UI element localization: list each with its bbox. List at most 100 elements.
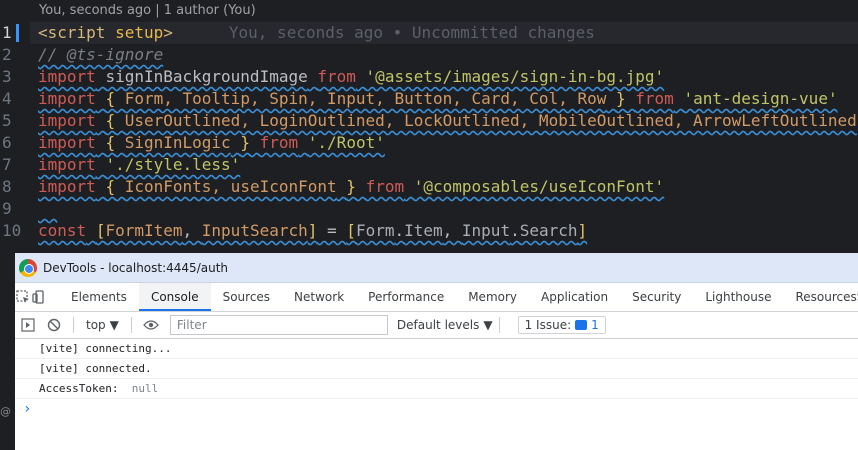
line-number: 1 [2,23,12,42]
identifier: signInBackgroundImage [105,67,308,86]
identifier: Input [461,221,511,240]
string: './Root' [307,133,385,152]
window-title: DevTools - localhost:4445/auth [43,260,229,275]
code-line-6[interactable]: import { SignInLogic } from './Root' [38,132,858,154]
line-number: 4 [2,89,12,108]
filter-input[interactable]: Filter [169,315,388,335]
inspect-element-icon[interactable] [15,283,31,311]
console-toolbar: top ▼ Filter Default levels ▼ 1 Issue: 1 [15,312,858,339]
tab-lighthouse[interactable]: Lighthouse [693,283,783,311]
tab-security[interactable]: Security [620,283,693,311]
keyword: import [38,89,96,108]
keyword: from [317,67,356,86]
issues-button[interactable]: 1 Issue: 1 [517,316,606,334]
code-line-3[interactable]: import signInBackgroundImage from '@asse… [38,66,858,88]
tab-console[interactable]: Console [138,283,211,311]
issues-label: 1 Issue: [524,318,572,332]
identifier: IconFonts, useIconFont [124,177,337,196]
identifier: FormItem [105,221,183,240]
line-number: 2 [2,45,12,64]
editor-gutter-strip [0,253,15,450]
code-line-9[interactable] [38,198,858,220]
tab-resourcessaver[interactable]: ResourcesSaver [784,283,858,311]
chrome-icon [19,258,37,277]
log-levels-dropdown[interactable]: Default levels ▼ [397,318,493,332]
devtools-tabs: Elements Console Sources Network Perform… [15,283,858,312]
tag-close: > [163,23,173,42]
keyword: const [38,221,87,240]
identifier: Form, Tooltip, Spin, Input, Button, Card… [124,89,607,108]
code-line-5[interactable]: import { UserOutlined, LoginOutlined, Lo… [38,110,858,132]
string: 'ant-design-vue' [683,89,838,108]
device-toolbar-icon[interactable] [31,283,47,311]
code-lines[interactable]: <script setup> You, seconds ago • Uncommi… [30,22,858,242]
separator [73,317,74,333]
tab-memory[interactable]: Memory [456,283,529,311]
code-editor[interactable]: You, seconds ago | 1 author (You) 1 2 3 … [0,0,858,253]
live-expression-eye-icon[interactable] [138,311,164,339]
identifier: Search [519,221,578,240]
token-value[interactable]: null [132,382,159,395]
identifier: UserOutlined, LoginOutlined, LockOutline… [124,111,857,130]
attr-setup: setup [115,23,164,42]
code-line-2[interactable]: // @ts-ignore [38,44,858,66]
line-number-gutter: 1 2 3 4 5 6 7 8 9 10 [0,22,30,242]
console-message: [vite] connected. [15,359,858,379]
keyword: from [635,89,674,108]
sidebar-toggle-icon[interactable] [15,311,41,339]
keyword: import [38,111,96,130]
devtools-window[interactable]: DevTools - localhost:4445/auth Elements … [15,253,858,450]
comment: // @ts-ignore [38,45,164,64]
code-line-7[interactable]: import './style.less' [38,154,858,176]
tab-elements[interactable]: Elements [59,283,139,311]
line-number: 3 [2,67,12,86]
keyword: from [259,133,299,152]
keyword: import [38,177,96,196]
line-number: 5 [2,111,12,130]
tag-open: <script [38,23,106,42]
line-number: 7 [2,155,12,174]
token-label: AccessToken: [39,382,119,395]
code-line-8[interactable]: import { IconFonts, useIconFont } from '… [38,176,858,198]
clear-console-icon[interactable] [41,311,67,339]
string: './style.less' [105,155,241,174]
identifier: InputSearch [201,221,308,240]
keyword: from [365,177,405,196]
log-levels-label: Default levels [396,318,480,332]
console-message: [vite] connecting... [15,339,858,359]
tab-sources[interactable]: Sources [211,283,282,311]
devtools-titlebar[interactable]: DevTools - localhost:4445/auth [15,253,858,283]
keyword: import [38,133,96,152]
separator [130,317,132,333]
code-line-4[interactable]: import { Form, Tooltip, Spin, Input, But… [38,88,858,110]
keyword: import [38,67,96,86]
inline-blame: You, seconds ago • Uncommitted changes [228,23,595,42]
codelens-blame[interactable]: You, seconds ago | 1 author (You) [39,3,256,18]
issue-message-icon [575,320,588,330]
line-number: 10 [2,221,22,240]
line-number: 8 [2,177,12,196]
code-line-1[interactable]: <script setup> You, seconds ago • Uncommi… [30,22,858,44]
tab-network[interactable]: Network [282,283,356,311]
string: '@assets/images/sign-in-bg.jpg' [365,67,665,86]
line-number: 9 [2,199,12,218]
context-value: top [86,318,106,332]
console-messages: [vite] connecting... [vite] connected. A… [15,339,858,419]
tab-performance[interactable]: Performance [356,283,456,311]
console-message: AccessToken: null [15,379,858,399]
string: '@composables/useIconFont' [413,177,665,196]
issues-count: 1 [591,318,599,332]
code-line-10[interactable]: const [FormItem, InputSearch] = [Form.It… [38,220,858,242]
identifier: SignInLogic [124,133,231,152]
separator [498,317,500,333]
line-number: 6 [2,133,12,152]
tab-application[interactable]: Application [529,283,620,311]
keyword: import [38,155,96,174]
console-prompt[interactable]: › [15,399,858,419]
dropdown-arrow-icon: ▼ [483,318,493,332]
dropdown-arrow-icon: ▼ [109,318,119,332]
gutter-fragment: @ [0,405,11,418]
identifier: Item [404,221,443,240]
context-selector[interactable]: top ▼ [80,318,125,332]
identifier: Form [355,221,395,240]
